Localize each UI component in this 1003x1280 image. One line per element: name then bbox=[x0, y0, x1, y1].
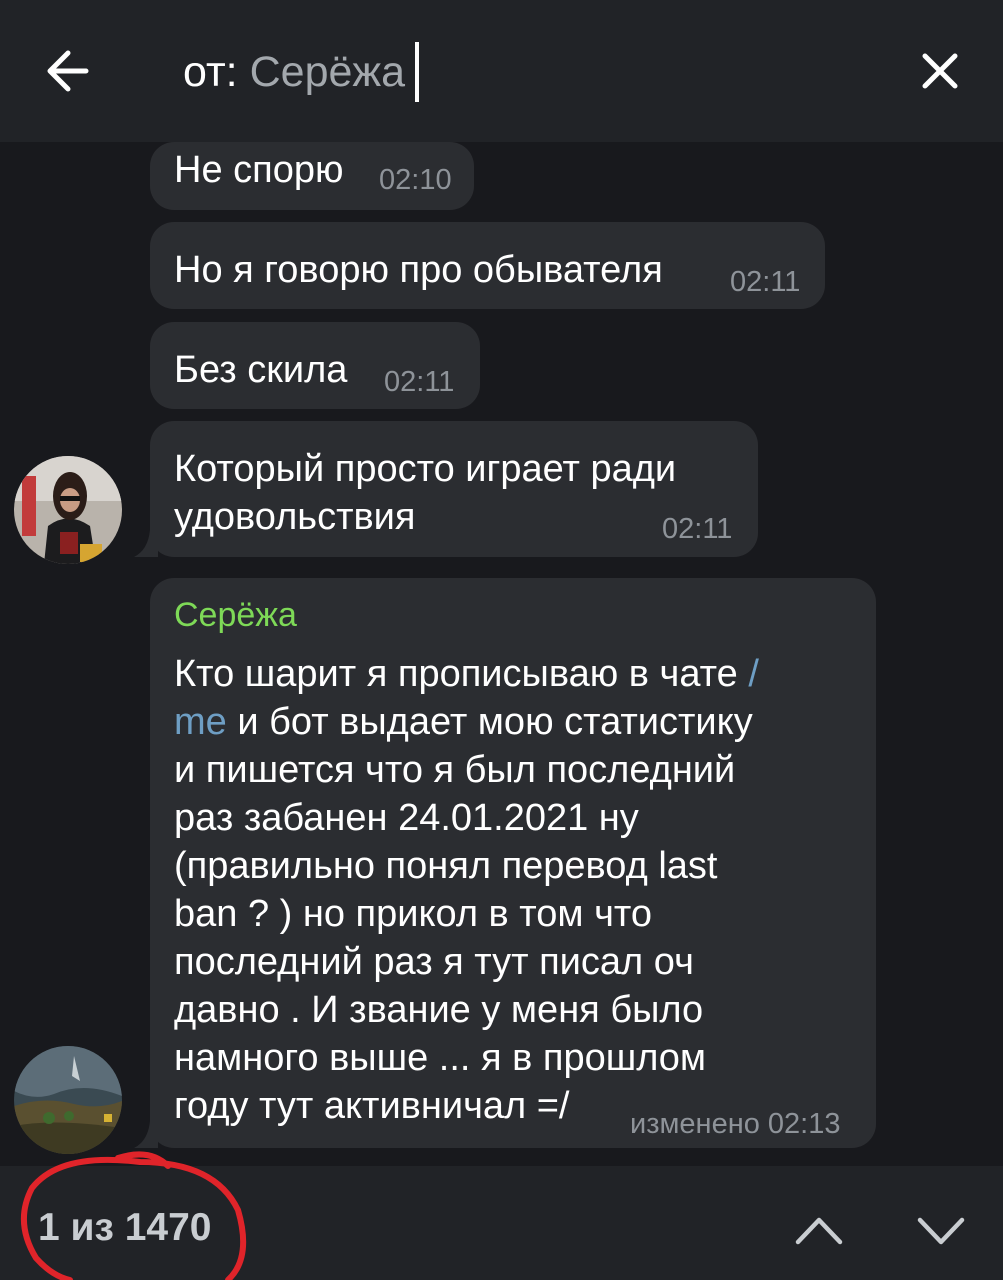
message-time: 02:11 bbox=[662, 513, 733, 545]
message-time: 02:10 bbox=[379, 164, 452, 196]
message-text-line: Кто шарит я прописываю в чате / bbox=[174, 653, 759, 695]
user-photo-icon bbox=[14, 1046, 122, 1154]
message-text: Без скила bbox=[174, 349, 348, 391]
sender-name[interactable]: Серёжа bbox=[174, 596, 297, 635]
text-caret bbox=[415, 42, 420, 102]
message-text-line: давно . И звание у меня было bbox=[174, 989, 704, 1031]
close-icon bbox=[922, 53, 958, 89]
next-result-button[interactable] bbox=[906, 1200, 976, 1260]
message-text: Не спорю bbox=[174, 149, 344, 191]
search-filter-prefix: от: bbox=[183, 47, 238, 96]
avatar[interactable] bbox=[14, 456, 122, 564]
previous-result-button[interactable] bbox=[784, 1200, 854, 1260]
search-header bbox=[0, 0, 1003, 142]
message-text-line: удовольствия bbox=[174, 496, 416, 538]
message-text-line: Который просто играет ради bbox=[174, 448, 677, 490]
avatar[interactable] bbox=[14, 1046, 122, 1154]
message-text-line: намного выше ... я в прошлом bbox=[174, 1037, 707, 1079]
close-search-button[interactable] bbox=[905, 36, 975, 106]
message-text-line: и пишется что я был последний bbox=[174, 749, 736, 791]
message-time: 02:11 bbox=[730, 266, 801, 298]
annotation-circle-icon bbox=[20, 1151, 247, 1280]
search-filter-value: Серёжа bbox=[249, 47, 406, 96]
command-link[interactable]: / bbox=[748, 653, 759, 695]
message-bubble[interactable]: Без скила 02:11 bbox=[150, 322, 480, 409]
back-button[interactable] bbox=[34, 36, 104, 106]
message-text-line: последний раз я тут писал оч bbox=[174, 941, 694, 983]
message-edited-time: изменено 02:13 bbox=[630, 1108, 841, 1140]
search-input[interactable]: от: Серёжа bbox=[183, 40, 420, 104]
command-link[interactable]: me bbox=[174, 701, 227, 743]
message-body: Кто шарит я прописываю в чате / me и бот… bbox=[174, 650, 854, 1130]
message-time: 02:11 bbox=[384, 366, 455, 398]
arrow-left-icon bbox=[47, 50, 89, 92]
message-text-line: (правильно понял перевод last bbox=[174, 845, 718, 887]
message-text-line: me и бот выдает мою статистику bbox=[174, 701, 753, 743]
user-photo-icon bbox=[14, 456, 122, 564]
message-text-line: ban ? ) но прикол в том что bbox=[174, 893, 653, 935]
message-bubble[interactable]: Который просто играет ради удовольствия … bbox=[150, 421, 758, 557]
message-bubble[interactable]: Но я говорю про обывателя 02:11 bbox=[150, 222, 825, 309]
chevron-down-icon bbox=[917, 1217, 965, 1245]
message-bubble[interactable]: Серёжа Кто шарит я прописываю в чате / m… bbox=[150, 578, 876, 1148]
message-text: Но я говорю про обывателя bbox=[174, 249, 663, 291]
message-text-line: раз забанен 24.01.2021 ну bbox=[174, 797, 639, 839]
bubble-tail-icon bbox=[134, 530, 158, 557]
chevron-up-icon bbox=[795, 1217, 843, 1245]
message-bubble[interactable]: Не спорю 02:10 bbox=[150, 142, 474, 210]
